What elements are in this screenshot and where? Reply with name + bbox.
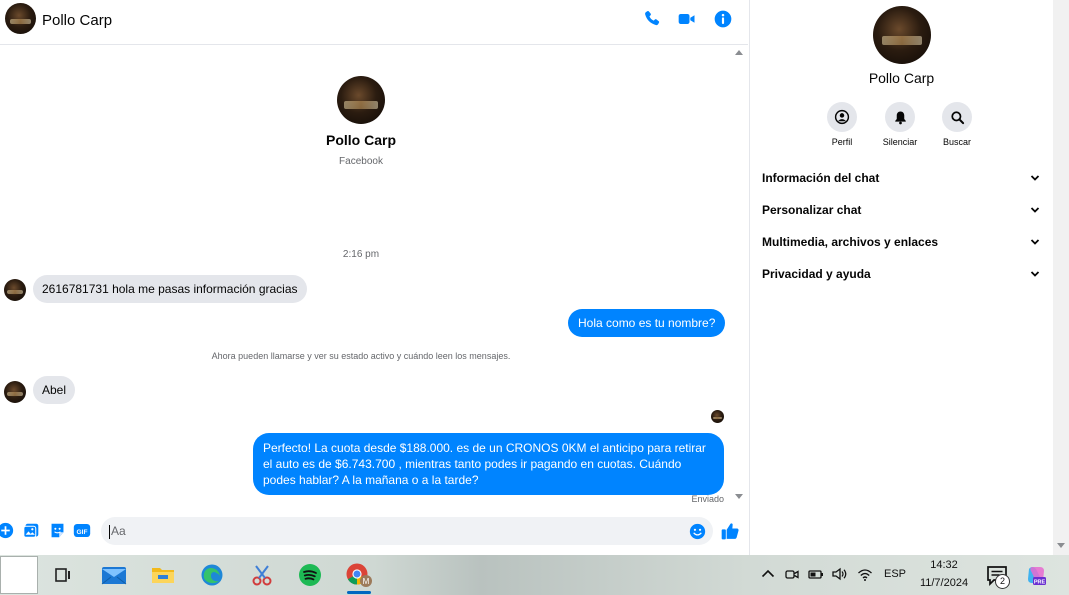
wifi-icon[interactable] <box>857 566 873 582</box>
section-chat-info[interactable]: Información del chat <box>756 163 1046 193</box>
input-language[interactable]: ESP <box>884 568 906 580</box>
text-caret <box>109 525 110 539</box>
chrome-profile-badge: M <box>363 577 370 586</box>
chat-area: Pollo Carp Pollo Carp Facebook 2:16 pm 2… <box>0 0 748 555</box>
edge-icon[interactable] <box>192 559 232 591</box>
intro-source: Facebook <box>339 156 383 167</box>
battery-icon[interactable] <box>808 566 824 582</box>
search-button[interactable]: Buscar <box>927 102 987 147</box>
chevron-down-icon <box>1030 175 1040 181</box>
delivery-status: Enviado <box>691 494 724 504</box>
scroll-down-arrow[interactable] <box>735 494 743 499</box>
notification-count-badge: 2 <box>995 574 1010 589</box>
section-media-files-links[interactable]: Multimedia, archivos y enlaces <box>756 227 1046 257</box>
incoming-message[interactable]: Abel <box>33 376 76 404</box>
mute-button[interactable]: Silenciar <box>870 102 930 147</box>
intro-contact-name: Pollo Carp <box>325 132 396 148</box>
section-privacy-help[interactable]: Privacidad y ayuda <box>756 259 1046 289</box>
scroll-up-arrow[interactable] <box>735 50 743 55</box>
chevron-up-icon[interactable] <box>760 566 776 582</box>
search-label: Buscar <box>942 137 971 147</box>
emoji-icon[interactable] <box>689 523 706 540</box>
windows-taskbar: M ESP 14:32 11/7/2024 2 PRE <box>0 555 1069 595</box>
section-label: Información del chat <box>762 171 880 185</box>
profile-button[interactable]: Perfil <box>812 102 872 147</box>
clock-time[interactable]: 14:32 <box>910 559 978 571</box>
spotify-icon[interactable] <box>290 559 330 591</box>
copilot-badge: PRE <box>1034 579 1046 585</box>
sender-avatar <box>4 381 26 403</box>
contact-avatar[interactable] <box>5 3 36 34</box>
info-icon[interactable] <box>713 9 733 29</box>
chevron-down-icon <box>1030 239 1040 245</box>
messenger-window: Pollo Carp Pollo Carp Facebook 2:16 pm 2… <box>0 0 1069 595</box>
mute-label: Silenciar <box>882 137 918 147</box>
section-label: Privacidad y ayuda <box>762 267 871 281</box>
image-icon[interactable] <box>23 522 40 539</box>
gif-icon[interactable]: GIF <box>73 522 91 539</box>
message-input[interactable] <box>101 517 713 545</box>
system-notice: Ahora pueden llamarse y ver su estado ac… <box>211 351 511 361</box>
panel-avatar[interactable] <box>873 6 931 64</box>
contact-name[interactable]: Pollo Carp <box>42 12 112 29</box>
message-list[interactable]: Pollo Carp Facebook 2:16 pm 2616781731 h… <box>0 46 733 506</box>
plus-icon[interactable] <box>0 522 14 539</box>
copilot-icon[interactable]: PRE <box>1025 564 1047 586</box>
task-view-icon[interactable] <box>43 559 83 591</box>
sender-avatar <box>4 279 26 301</box>
conversation-info-panel: Pollo Carp Perfil Silenciar Buscar Infor… <box>749 0 1052 555</box>
sticker-icon[interactable] <box>49 522 66 539</box>
message-scrollbar[interactable] <box>733 46 745 506</box>
profile-icon <box>827 102 857 132</box>
like-icon[interactable] <box>720 521 740 541</box>
search-icon <box>942 102 972 132</box>
gif-label: GIF <box>77 529 88 536</box>
outgoing-message[interactable]: Hola como es tu nombre? <box>568 309 726 337</box>
mail-icon[interactable] <box>94 559 134 591</box>
call-icon[interactable] <box>642 9 662 29</box>
meet-now-icon[interactable] <box>784 566 800 582</box>
section-label: Personalizar chat <box>762 203 862 217</box>
taskbar-search-box[interactable] <box>0 556 38 594</box>
section-label: Multimedia, archivos y enlaces <box>762 235 939 249</box>
volume-icon[interactable] <box>831 566 847 582</box>
profile-label: Perfil <box>831 137 853 147</box>
message-timestamp: 2:16 pm <box>342 249 380 260</box>
panel-scrollbar[interactable] <box>1053 0 1069 555</box>
incoming-message[interactable]: 2616781731 hola me pasas información gra… <box>33 275 307 303</box>
chevron-down-icon <box>1030 271 1040 277</box>
chevron-down-icon <box>1030 207 1040 213</box>
message-composer: GIF <box>0 510 748 552</box>
scroll-down-arrow[interactable] <box>1057 543 1065 548</box>
snipping-tool-icon[interactable] <box>242 559 282 591</box>
panel-contact-name[interactable]: Pollo Carp <box>800 70 1003 86</box>
chrome-icon[interactable]: M <box>339 559 379 594</box>
chat-header: Pollo Carp <box>0 0 748 45</box>
bell-icon <box>885 102 915 132</box>
video-icon[interactable] <box>677 9 697 29</box>
file-explorer-icon[interactable] <box>143 559 183 591</box>
outgoing-message[interactable]: Perfecto! La cuota desde $188.000. es de… <box>253 433 724 495</box>
seen-indicator-avatar <box>711 410 724 423</box>
clock-date[interactable]: 11/7/2024 <box>910 577 978 589</box>
section-customize-chat[interactable]: Personalizar chat <box>756 195 1046 225</box>
intro-avatar[interactable] <box>337 76 385 124</box>
